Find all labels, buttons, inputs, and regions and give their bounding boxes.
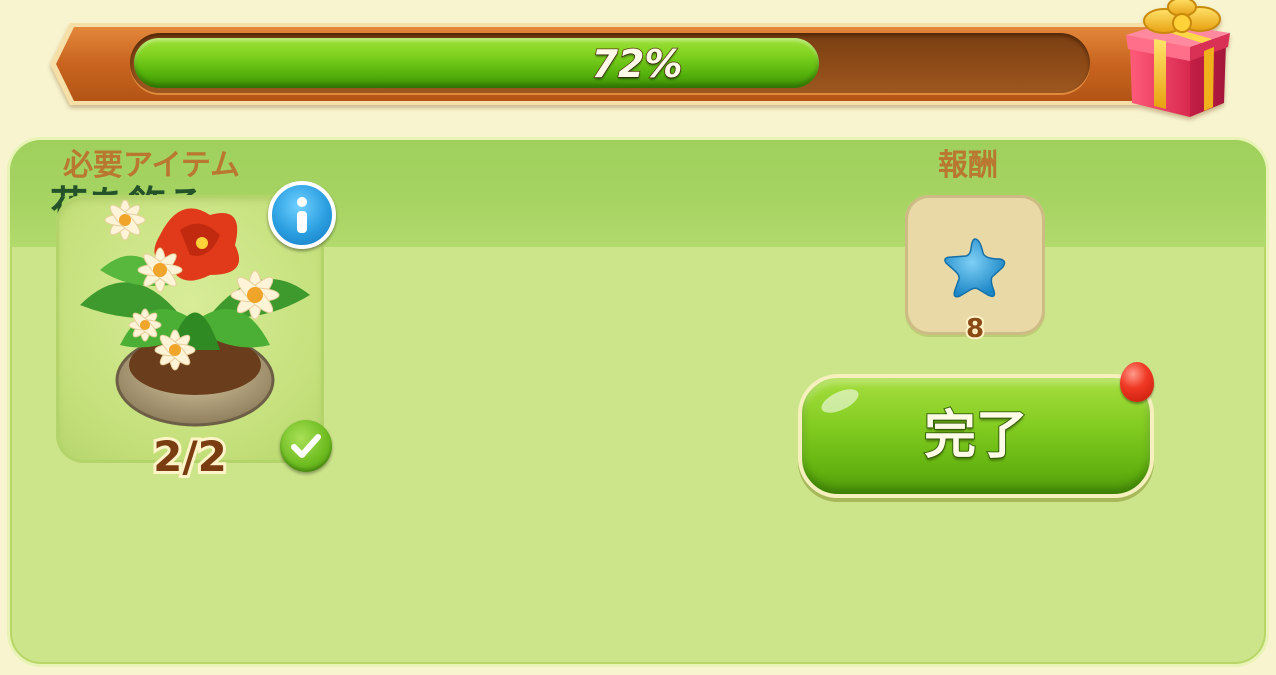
progress-percent: 72% xyxy=(591,41,683,87)
progress-banner: 72% xyxy=(48,0,1230,117)
complete-button-label: 完了 xyxy=(923,405,1029,467)
notification-dot xyxy=(1120,362,1154,402)
info-icon xyxy=(297,197,307,233)
reward-amount: 8 xyxy=(964,312,986,346)
complete-button[interactable]: 完了 xyxy=(798,374,1154,498)
blue-star-icon xyxy=(944,238,1006,298)
reward-label: 報酬 xyxy=(938,148,998,183)
info-button[interactable] xyxy=(268,181,336,249)
item-count: 2/2 xyxy=(150,429,230,484)
check-icon xyxy=(280,420,332,472)
gift-box-icon[interactable] xyxy=(1120,0,1236,119)
